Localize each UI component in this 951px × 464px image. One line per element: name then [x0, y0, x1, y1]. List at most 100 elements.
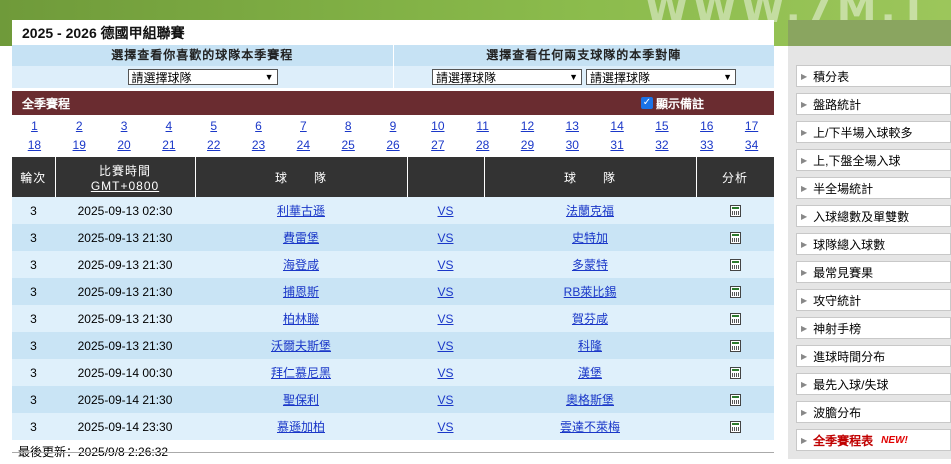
schedule-bar: 全季賽程 ✓ 顯示備註 — [12, 91, 774, 115]
round-link[interactable]: 25 — [326, 136, 371, 155]
timezone-link[interactable]: GMT+0800 — [57, 179, 194, 193]
sidebar-item[interactable]: ▶ 全季賽程表 NEW! — [796, 429, 951, 451]
sidebar-item[interactable]: ▶ 上,下盤全場入球 — [796, 149, 951, 171]
vs-link[interactable]: VS — [437, 258, 453, 272]
round-link[interactable]: 6 — [236, 117, 281, 136]
round-link[interactable]: 26 — [371, 136, 416, 155]
round-link[interactable]: 13 — [550, 117, 595, 136]
vs-link[interactable]: VS — [437, 204, 453, 218]
round-link[interactable]: 23 — [236, 136, 281, 155]
away-team-link[interactable]: 史特加 — [572, 231, 608, 245]
sidebar-item[interactable]: ▶ 最常見賽果 — [796, 261, 951, 283]
away-team-link[interactable]: 賀芬咸 — [572, 312, 608, 326]
home-team-cell: 拜仁慕尼黑 — [195, 359, 407, 386]
checkbox-checked-icon[interactable]: ✓ — [640, 97, 653, 109]
round-link[interactable]: 21 — [146, 136, 191, 155]
away-team-link[interactable]: 法蘭克福 — [566, 204, 614, 218]
team-a-select[interactable]: 請選擇球隊 ▼ — [432, 69, 582, 85]
round-link[interactable]: 7 — [281, 117, 326, 136]
sidebar-item[interactable]: ▶ 球隊總入球數 — [796, 233, 951, 255]
main-panel: 2025 - 2026 德國甲組聯賽 選擇查看你喜歡的球隊本季賽程 選擇查看任何… — [12, 20, 775, 464]
home-team-link[interactable]: 聖保利 — [283, 393, 319, 407]
round-link[interactable]: 22 — [191, 136, 236, 155]
away-team-link[interactable]: 科隆 — [578, 339, 602, 353]
analysis-icon[interactable] — [729, 394, 741, 407]
vs-cell: VS — [407, 359, 484, 386]
away-team-link[interactable]: 漢堡 — [578, 366, 602, 380]
home-team-link[interactable]: 捕恩斯 — [283, 285, 319, 299]
round-link[interactable]: 34 — [729, 136, 774, 155]
round-link[interactable]: 29 — [505, 136, 550, 155]
round-link[interactable]: 24 — [281, 136, 326, 155]
analysis-icon[interactable] — [729, 286, 741, 299]
round-link[interactable]: 11 — [460, 117, 505, 136]
time-cell: 2025-09-13 21:30 — [55, 305, 195, 332]
round-link[interactable]: 33 — [684, 136, 729, 155]
round-link[interactable]: 10 — [415, 117, 460, 136]
analysis-icon[interactable] — [729, 313, 741, 326]
home-team-link[interactable]: 利華古遜 — [277, 204, 325, 218]
vs-link[interactable]: VS — [437, 285, 453, 299]
show-notes-toggle[interactable]: ✓ 顯示備註 — [640, 95, 764, 112]
chevron-down-icon: ▼ — [723, 72, 732, 82]
vs-link[interactable]: VS — [437, 231, 453, 245]
round-link[interactable]: 4 — [146, 117, 191, 136]
sidebar-item[interactable]: ▶ 盤路統計 — [796, 93, 951, 115]
round-link[interactable]: 16 — [684, 117, 729, 136]
analysis-icon[interactable] — [729, 232, 741, 245]
sidebar-item[interactable]: ▶ 入球總數及單雙數 — [796, 205, 951, 227]
round-link[interactable]: 17 — [729, 117, 774, 136]
sidebar-item-label: 上/下半場入球較多 — [813, 125, 913, 140]
sidebar-item[interactable]: ▶ 波膽分布 — [796, 401, 951, 423]
round-link[interactable]: 9 — [371, 117, 416, 136]
round-link[interactable]: 1 — [12, 117, 57, 136]
sidebar-item[interactable]: ▶ 神射手榜 — [796, 317, 951, 339]
away-team-link[interactable]: RB萊比錫 — [564, 285, 617, 299]
round-link[interactable]: 15 — [640, 117, 685, 136]
analysis-icon[interactable] — [729, 421, 741, 434]
vs-link[interactable]: VS — [437, 420, 453, 434]
round-link[interactable]: 27 — [415, 136, 460, 155]
sidebar-item[interactable]: ▶ 進球時間分布 — [796, 345, 951, 367]
team-b-select[interactable]: 請選擇球隊 ▼ — [586, 69, 736, 85]
sidebar-item[interactable]: ▶ 最先入球/失球 — [796, 373, 951, 395]
round-link[interactable]: 32 — [640, 136, 685, 155]
triangle-right-icon: ▶ — [801, 267, 808, 277]
round-link[interactable]: 3 — [102, 117, 147, 136]
sidebar-item[interactable]: ▶ 積分表 — [796, 65, 951, 87]
vs-link[interactable]: VS — [437, 366, 453, 380]
home-team-link[interactable]: 慕遜加柏 — [277, 420, 325, 434]
sidebar-item[interactable]: ▶ 半全場統計 — [796, 177, 951, 199]
round-link[interactable]: 5 — [191, 117, 236, 136]
sidebar-item[interactable]: ▶ 攻守統計 — [796, 289, 951, 311]
home-team-link[interactable]: 拜仁慕尼黑 — [271, 366, 331, 380]
vs-link[interactable]: VS — [437, 312, 453, 326]
round-link[interactable]: 28 — [460, 136, 505, 155]
round-link[interactable]: 14 — [595, 117, 640, 136]
home-team-cell: 海登咸 — [195, 251, 407, 278]
round-link[interactable]: 18 — [12, 136, 57, 155]
home-team-link[interactable]: 沃爾夫斯堡 — [271, 339, 331, 353]
round-link[interactable]: 31 — [595, 136, 640, 155]
home-team-link[interactable]: 海登咸 — [283, 258, 319, 272]
analysis-icon[interactable] — [729, 205, 741, 218]
away-team-link[interactable]: 雲達不萊梅 — [560, 420, 620, 434]
away-team-link[interactable]: 奧格斯堡 — [566, 393, 614, 407]
vs-link[interactable]: VS — [437, 393, 453, 407]
away-team-link[interactable]: 多蒙特 — [572, 258, 608, 272]
round-link[interactable]: 30 — [550, 136, 595, 155]
team-select[interactable]: 請選擇球隊 ▼ — [127, 69, 278, 85]
analysis-icon[interactable] — [729, 367, 741, 380]
vs-link[interactable]: VS — [437, 339, 453, 353]
round-link[interactable]: 12 — [505, 117, 550, 136]
round-link[interactable]: 2 — [57, 117, 102, 136]
home-team-link[interactable]: 費雷堡 — [283, 231, 319, 245]
table-row: 3 2025-09-14 21:30 聖保利 VS 奧格斯堡 — [12, 386, 774, 413]
round-link[interactable]: 8 — [326, 117, 371, 136]
home-team-link[interactable]: 柏林聯 — [283, 312, 319, 326]
analysis-icon[interactable] — [729, 340, 741, 353]
sidebar-item[interactable]: ▶ 上/下半場入球較多 — [796, 121, 951, 143]
round-link[interactable]: 20 — [102, 136, 147, 155]
round-link[interactable]: 19 — [57, 136, 102, 155]
analysis-icon[interactable] — [729, 259, 741, 272]
